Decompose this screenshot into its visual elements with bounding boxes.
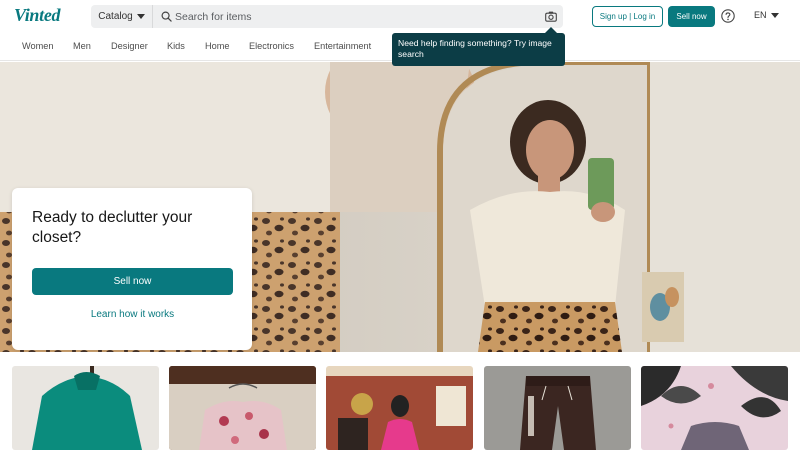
hero-banner: Ready to declutter your closet? Sell now…	[0, 62, 800, 352]
vinted-logo[interactable]: Vinted	[14, 5, 61, 26]
signup-login-button[interactable]: Sign up | Log in	[592, 6, 663, 27]
nav-item-home[interactable]: Home	[205, 41, 230, 51]
catalog-label: Catalog	[98, 11, 133, 22]
nav-item-men[interactable]: Men	[73, 41, 91, 51]
top-header: Vinted Catalog Sign up | Log in Sell now…	[0, 0, 800, 33]
chevron-down-icon	[136, 14, 145, 19]
pink-dress-photo	[326, 366, 473, 450]
green-jacket-photo	[12, 366, 159, 450]
nav-item-women[interactable]: Women	[22, 41, 54, 51]
nav-item-entertainment[interactable]: Entertainment	[314, 41, 371, 51]
hero-title: Ready to declutter your closet?	[32, 209, 193, 246]
chevron-down-icon	[770, 12, 779, 18]
item-card[interactable]	[12, 366, 159, 450]
hero-card: Ready to declutter your closet? Sell now…	[12, 188, 252, 350]
search-icon	[161, 11, 172, 22]
item-card[interactable]	[326, 366, 473, 450]
item-grid	[0, 366, 800, 450]
camera-icon[interactable]	[545, 11, 557, 22]
floral-top-photo	[169, 366, 316, 450]
nav-item-kids[interactable]: Kids	[167, 41, 185, 51]
language-label: EN	[754, 10, 767, 20]
item-card[interactable]	[169, 366, 316, 450]
catalog-dropdown[interactable]: Catalog	[91, 5, 153, 28]
item-card[interactable]	[484, 366, 631, 450]
hero-sell-now-button[interactable]: Sell now	[32, 268, 233, 295]
search-input[interactable]	[175, 8, 535, 25]
brown-sweatpants-photo	[484, 366, 631, 450]
header-sell-now-button[interactable]: Sell now	[668, 6, 715, 27]
nav-item-designer[interactable]: Designer	[111, 41, 148, 51]
leaf-print-shirt-photo	[641, 366, 788, 450]
help-icon[interactable]	[721, 9, 735, 23]
nav-item-electronics[interactable]: Electronics	[249, 41, 294, 51]
learn-how-it-works-link[interactable]: Learn how it works	[32, 309, 233, 320]
search-bar: Catalog	[91, 5, 563, 28]
item-card[interactable]	[641, 366, 788, 450]
language-selector[interactable]: EN	[754, 10, 779, 20]
image-search-tooltip: Need help finding something? Try image s…	[392, 33, 565, 66]
